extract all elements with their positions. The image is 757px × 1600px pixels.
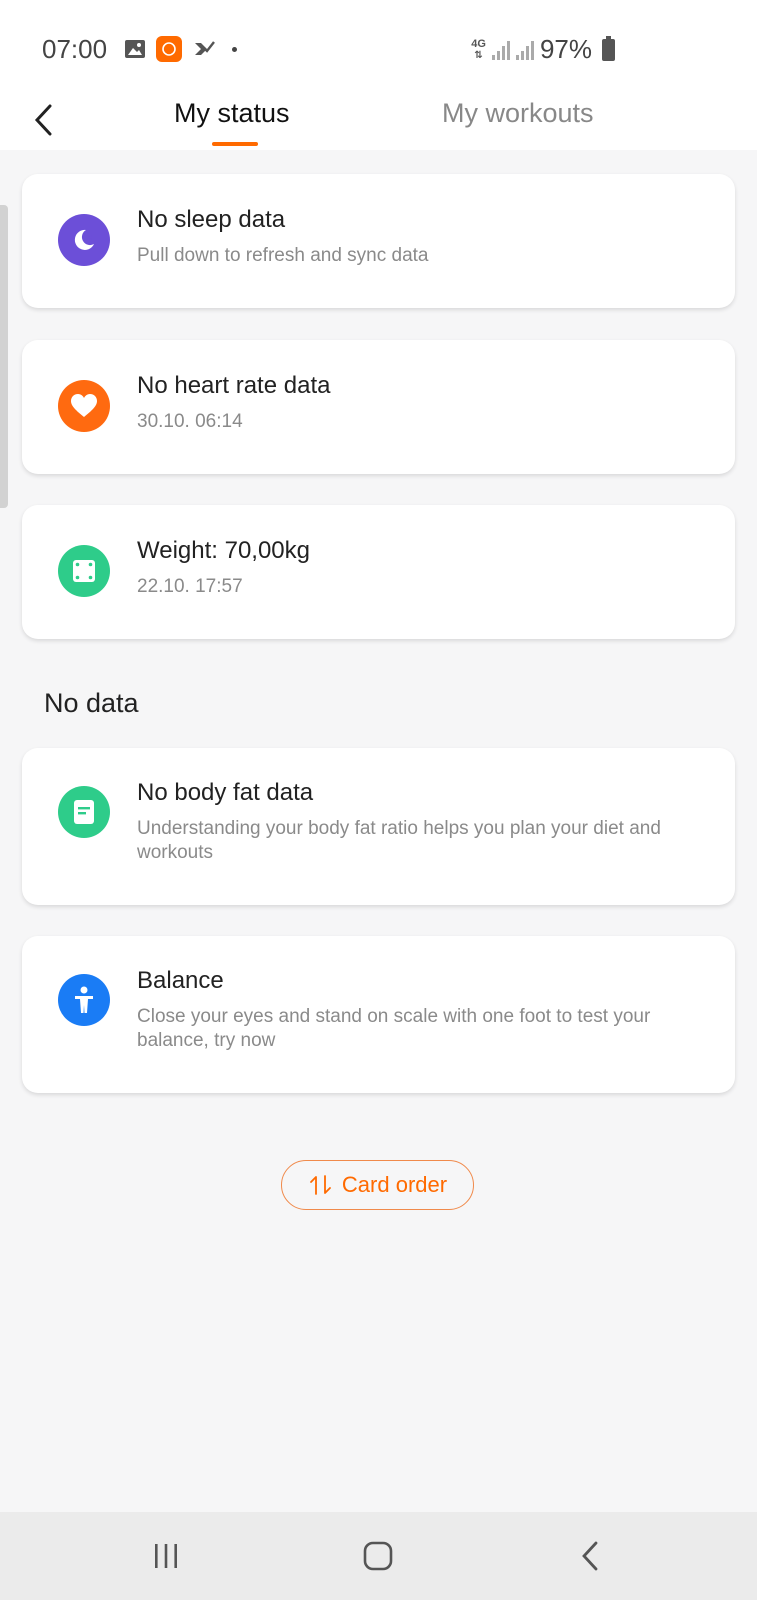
recents-button[interactable]	[146, 1538, 186, 1574]
body-fat-title: No body fat data	[137, 779, 314, 806]
balance-title: Balance	[137, 967, 224, 994]
signal-icon-2	[515, 40, 534, 60]
scroll-indicator	[0, 205, 8, 508]
heart-rate-title: No heart rate data	[137, 372, 331, 399]
sleep-title: No sleep data	[137, 206, 286, 233]
sleep-icon: z	[58, 214, 110, 266]
status-bar: 07:00 4G ⇅ 97%	[0, 0, 757, 96]
back-icon	[582, 1541, 598, 1571]
gallery-icon	[124, 39, 146, 59]
home-icon	[363, 1541, 393, 1571]
chevron-left-icon	[34, 104, 52, 136]
signal-icon-1	[491, 40, 510, 60]
sort-arrows-icon	[310, 1175, 331, 1195]
more-notifications-dot	[232, 46, 237, 52]
tab-my-workouts[interactable]: My workouts	[442, 98, 594, 129]
status-time: 07:00	[42, 34, 108, 64]
body-fat-card[interactable]: No body fat data Understanding your body…	[22, 748, 735, 905]
no-data-section-label: No data	[44, 688, 139, 718]
battery-percent: 97%	[539, 34, 592, 64]
nav-back-button[interactable]	[570, 1538, 610, 1574]
weight-timestamp: 22.10. 17:57	[137, 576, 243, 597]
card-order-label: Card order	[341, 1172, 448, 1197]
back-button[interactable]	[28, 100, 58, 140]
app-notification-icon	[156, 36, 182, 62]
scale-icon	[58, 545, 110, 597]
balance-subtitle: Close your eyes and stand on scale with …	[137, 1006, 651, 1051]
active-tab-indicator	[212, 142, 258, 146]
balance-person-icon	[58, 974, 110, 1026]
header-tabs: My status My workouts	[0, 96, 757, 150]
screen: 07:00 4G ⇅ 97% My status My workouts z N…	[0, 0, 757, 1600]
body-fat-subtitle: Understanding your body fat ratio helps …	[137, 818, 661, 863]
sleep-subtitle: Pull down to refresh and sync data	[137, 245, 429, 266]
balance-card[interactable]: Balance Close your eyes and stand on sca…	[22, 936, 735, 1093]
check-icon	[192, 37, 216, 61]
battery-icon	[602, 35, 615, 61]
svg-text:z: z	[87, 233, 92, 243]
weight-card[interactable]: Weight: 70,00kg 22.10. 17:57	[22, 505, 735, 639]
heart-rate-card[interactable]: No heart rate data 30.10. 06:14	[22, 340, 735, 474]
body-fat-icon	[58, 786, 110, 838]
notification-icons	[124, 36, 237, 62]
weight-title: Weight: 70,00kg	[137, 537, 311, 564]
home-button[interactable]	[358, 1538, 398, 1574]
sleep-card[interactable]: z No sleep data Pull down to refresh and…	[22, 174, 735, 308]
card-order-button[interactable]: Card order	[281, 1160, 474, 1210]
network-type: 4G ⇅	[471, 37, 486, 61]
recents-icon	[155, 1544, 177, 1568]
heart-rate-timestamp: 30.10. 06:14	[137, 411, 243, 432]
tab-my-status[interactable]: My status	[174, 98, 290, 129]
system-navbar	[0, 1512, 757, 1600]
status-right-icons: 4G ⇅ 97%	[471, 34, 615, 65]
heart-icon	[58, 380, 110, 432]
